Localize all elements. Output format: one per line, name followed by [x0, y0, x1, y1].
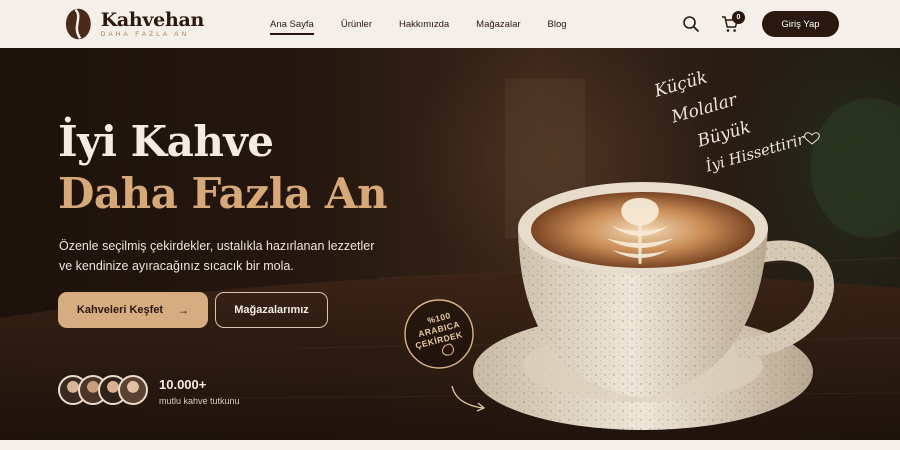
nav-item-home[interactable]: Ana Sayfa — [270, 19, 314, 35]
customer-count: 10.000+ — [159, 377, 207, 392]
page-bottom-strip — [0, 440, 900, 450]
brand-name: Kahvehan — [100, 9, 205, 31]
brand-logo[interactable]: Kahvehan DAHA FAZLA AN — [64, 6, 204, 42]
nav-item-products[interactable]: Ürünler — [341, 19, 372, 30]
customer-count-label: mutlu kahve tutkunu — [159, 396, 240, 406]
avatar — [118, 375, 148, 405]
login-button[interactable]: Giriş Yap — [762, 11, 839, 37]
main-menu: Ana Sayfa Ürünler Hakkımızda Mağazalar B… — [270, 0, 594, 48]
top-navigation: Kahvehan DAHA FAZLA AN Ana Sayfa Ürünler… — [0, 0, 900, 48]
arrow-right-icon: → — [177, 303, 190, 317]
customer-avatars — [58, 375, 148, 407]
arabica-badge: %100 ARABICA ÇEKİRDEK — [404, 299, 474, 369]
coffee-bean-logo-icon — [65, 8, 91, 40]
hero-section: İyi Kahve Daha Fazla An Özenle seçilmiş … — [0, 48, 900, 440]
hero-title-line1: İyi Kahve — [58, 117, 274, 166]
explore-coffees-button[interactable]: Kahveleri Keşfet → — [58, 292, 208, 328]
search-icon[interactable] — [681, 14, 701, 34]
hero-description: Özenle seçilmiş çekirdekler, ustalıkla h… — [59, 239, 375, 273]
explore-coffees-label: Kahveleri Keşfet — [76, 304, 164, 316]
nav-item-blog[interactable]: Blog — [548, 19, 567, 30]
cart-count-badge: 0 — [732, 11, 745, 24]
nav-item-about[interactable]: Hakkımızda — [399, 19, 449, 30]
nav-item-stores[interactable]: Mağazalar — [476, 19, 520, 30]
hero-title-line2: Daha Fazla An — [58, 169, 388, 218]
brand-tagline: DAHA FAZLA AN — [100, 31, 190, 38]
our-stores-button[interactable]: Mağazalarımız — [215, 292, 328, 328]
